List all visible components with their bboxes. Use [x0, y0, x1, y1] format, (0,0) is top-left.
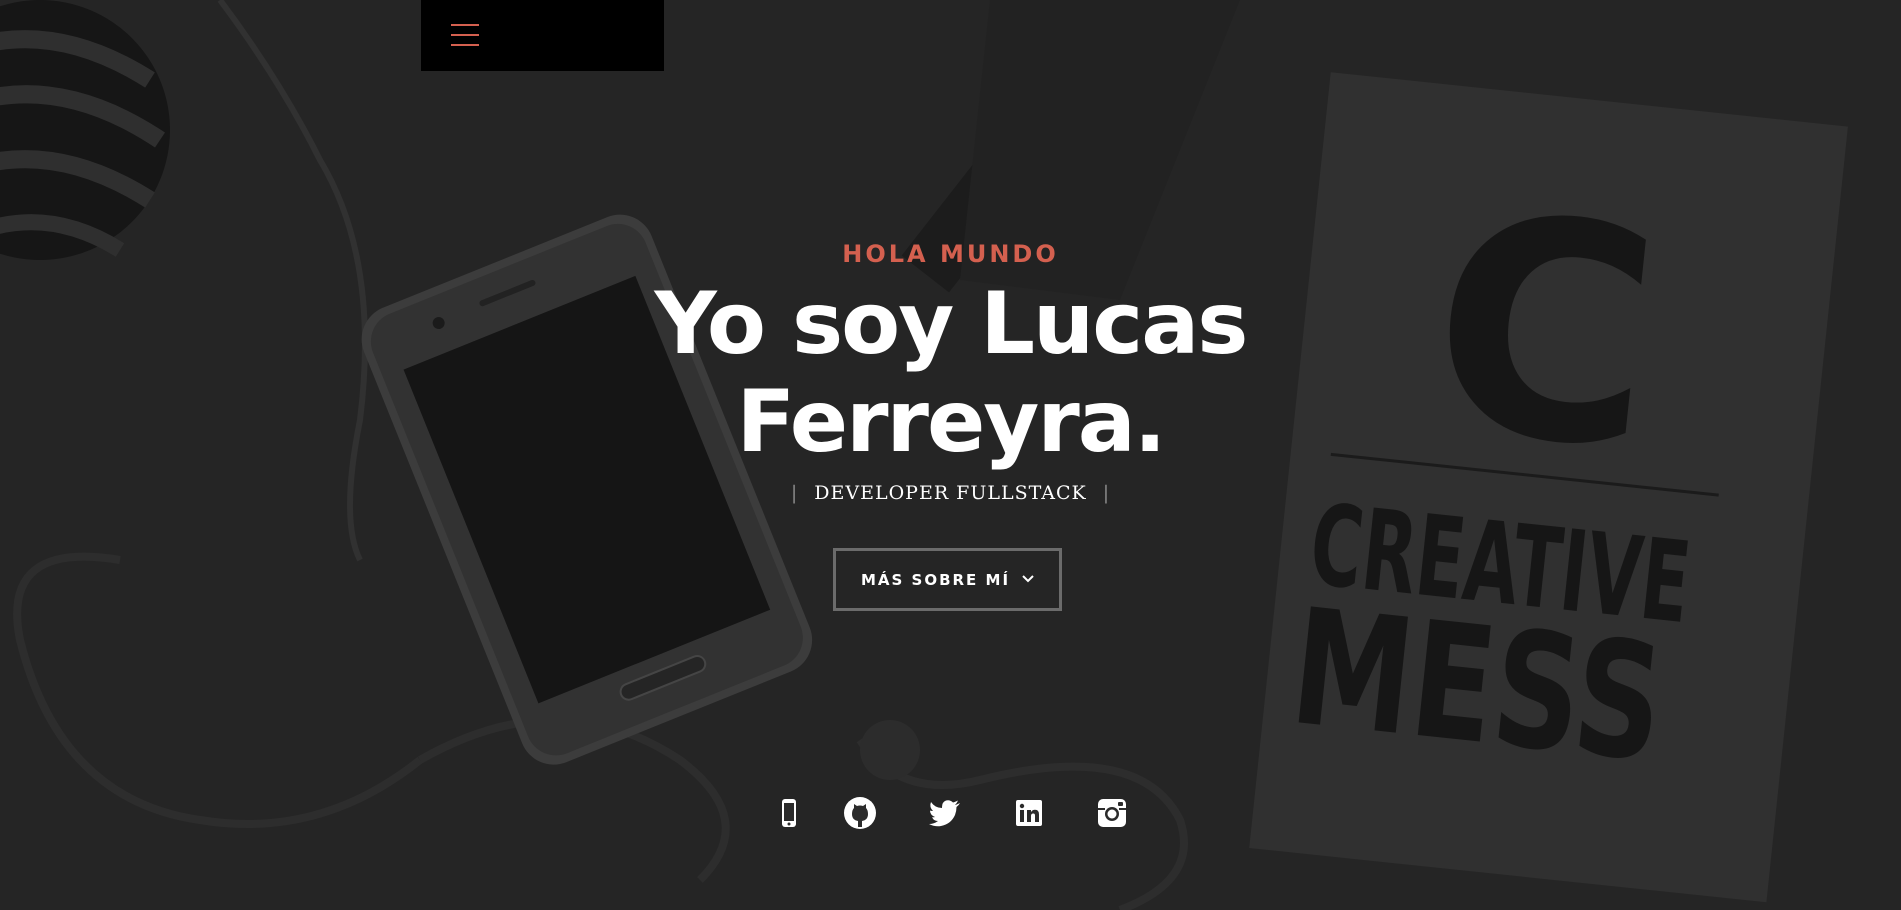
hero-kicker: HOLA MUNDO [842, 240, 1059, 268]
instagram-icon[interactable] [1094, 795, 1130, 831]
social-links [0, 795, 1901, 831]
twitter-icon[interactable] [927, 795, 963, 831]
cta-label: MÁS SOBRE MÍ [860, 570, 1011, 589]
chevron-down-icon [1022, 572, 1034, 586]
hero-title-line2: Ferreyra. [736, 372, 1167, 472]
more-about-me-button[interactable]: MÁS SOBRE MÍ [833, 548, 1062, 611]
hero-title: Yo soy Lucas Ferreyra. [0, 275, 1901, 471]
hero-subtitle: | DEVELOPER FULLSTACK | [0, 482, 1901, 504]
phone-icon[interactable] [771, 795, 807, 831]
hero-subtitle-text: DEVELOPER FULLSTACK [814, 482, 1087, 504]
github-icon[interactable] [842, 795, 878, 831]
subtitle-separator-right: | [1102, 482, 1111, 504]
linkedin-icon[interactable] [1011, 795, 1047, 831]
hero-section: HOLA MUNDO Yo soy Lucas Ferreyra. | DEVEL… [0, 0, 1901, 910]
subtitle-separator-left: | [790, 482, 799, 504]
hero-title-line1: Yo soy Lucas [654, 274, 1249, 374]
